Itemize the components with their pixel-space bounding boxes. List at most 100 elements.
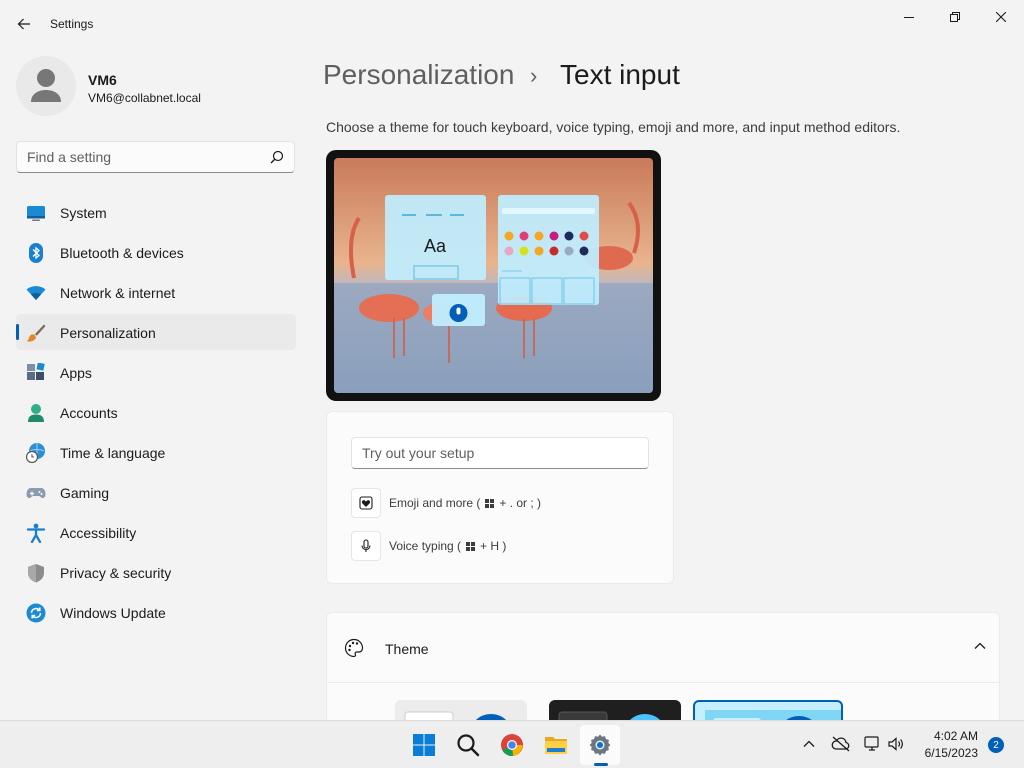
start-button[interactable]	[404, 725, 444, 765]
sidebar-item-label: System	[60, 205, 107, 221]
settings-taskbar-button[interactable]	[580, 725, 620, 765]
page-title: Text input	[560, 59, 680, 90]
windows-key-icon	[466, 541, 476, 551]
apps-icon	[26, 363, 46, 383]
sidebar-item-label: Gaming	[60, 485, 110, 501]
back-button[interactable]	[8, 8, 40, 40]
sidebar-item-bluetooth[interactable]: Bluetooth & devices	[16, 234, 296, 270]
chrome-button[interactable]	[492, 725, 532, 765]
voice-shortcut-suffix: + H )	[480, 539, 507, 553]
theme-header[interactable]: Theme	[327, 613, 999, 683]
emoji-shortcut-suffix: + . or ; )	[499, 496, 542, 510]
tryout-input[interactable]	[362, 445, 632, 461]
settings-icon	[589, 734, 611, 756]
search-input[interactable]	[27, 149, 257, 165]
arrow-left-icon	[17, 18, 30, 30]
sidebar-item-label: Windows Update	[60, 605, 166, 621]
bluetooth-icon	[26, 243, 46, 263]
avatar[interactable]	[16, 56, 76, 116]
emoji-heart-icon	[351, 488, 381, 518]
clock-time[interactable]: 4:02 AM	[926, 729, 978, 743]
wifi-icon	[26, 283, 46, 303]
tryout-field[interactable]	[351, 437, 649, 469]
accessibility-icon	[26, 523, 46, 543]
breadcrumb-parent[interactable]: Personalization	[323, 59, 514, 91]
sidebar-item-time-language[interactable]: Time & language	[16, 434, 296, 470]
theme-section: Theme	[326, 612, 1000, 732]
chevron-up-icon[interactable]	[973, 639, 987, 653]
clock-date[interactable]: 6/15/2023	[916, 746, 978, 760]
search-icon	[457, 734, 480, 757]
sidebar-item-label: Privacy & security	[60, 565, 172, 581]
sidebar-item-label: Accessibility	[60, 525, 137, 541]
chrome-icon	[501, 734, 523, 757]
update-icon	[26, 603, 46, 623]
user-name: VM6	[88, 72, 117, 88]
network-icon	[864, 736, 879, 751]
preview-image: Aa	[334, 158, 653, 393]
active-app-indicator	[594, 763, 608, 766]
preview-sample-text: Aa	[424, 236, 447, 256]
onedrive-tray-button[interactable]	[830, 733, 852, 755]
speaker-icon	[888, 737, 903, 751]
sidebar-item-gaming[interactable]: Gaming	[16, 474, 296, 510]
search-box[interactable]	[16, 141, 295, 173]
theme-preview: Aa	[326, 150, 661, 401]
flamingo-wallpaper-image: Aa	[334, 158, 653, 393]
theme-label: Theme	[385, 641, 429, 657]
taskbar-search-button[interactable]	[448, 725, 488, 765]
sidebar-item-label: Time & language	[60, 445, 166, 461]
sidebar-item-label: Accounts	[60, 405, 118, 421]
sidebar-item-label: Apps	[60, 365, 92, 381]
sidebar-item-apps[interactable]: Apps	[16, 354, 296, 390]
cloud-offline-icon	[831, 736, 850, 752]
windows-start-icon	[413, 734, 435, 756]
shield-icon	[26, 563, 46, 583]
chevron-up-icon	[803, 740, 815, 747]
user-email: VM6@collabnet.local	[88, 91, 201, 105]
brush-icon	[26, 323, 46, 343]
taskbar: 4:02 AM 6/15/2023 2	[0, 720, 1024, 768]
sidebar-nav: System Bluetooth & devices Network & int…	[16, 194, 296, 634]
gamepad-icon	[26, 483, 46, 503]
system-icon	[26, 203, 46, 223]
show-hidden-icons-button[interactable]	[798, 733, 820, 755]
minimize-icon	[904, 17, 914, 18]
file-explorer-button[interactable]	[536, 725, 576, 765]
voice-shortcut-label: Voice typing ( + H )	[389, 539, 506, 553]
file-explorer-icon	[545, 737, 567, 754]
sidebar-item-windows-update[interactable]: Windows Update	[16, 594, 296, 630]
globe-clock-icon	[26, 443, 46, 463]
microphone-icon	[351, 531, 381, 561]
sidebar-item-accessibility[interactable]: Accessibility	[16, 514, 296, 550]
sidebar-item-privacy[interactable]: Privacy & security	[16, 554, 296, 590]
volume-tray-button[interactable]	[885, 733, 907, 755]
search-icon[interactable]	[270, 150, 284, 164]
sidebar-item-personalization[interactable]: Personalization	[16, 314, 296, 350]
sidebar-item-label: Personalization	[60, 325, 156, 341]
voice-shortcut[interactable]: Voice typing ( + H )	[351, 530, 506, 562]
minimize-button[interactable]	[886, 0, 932, 34]
title-bar: Settings	[0, 0, 1024, 48]
sidebar-item-system[interactable]: System	[16, 194, 296, 230]
sidebar-item-network[interactable]: Network & internet	[16, 274, 296, 310]
emoji-shortcut[interactable]: Emoji and more ( + . or ; )	[351, 487, 541, 519]
maximize-button[interactable]	[932, 0, 978, 34]
windows-key-icon	[485, 498, 495, 508]
network-tray-button[interactable]	[861, 733, 883, 755]
sidebar-item-label: Network & internet	[60, 285, 176, 301]
voice-shortcut-prefix: Voice typing (	[389, 539, 462, 553]
emoji-shortcut-label: Emoji and more ( + . or ; )	[389, 496, 541, 510]
notification-badge[interactable]: 2	[988, 737, 1004, 753]
close-icon	[996, 12, 1006, 22]
person-icon	[26, 403, 46, 423]
sidebar-item-accounts[interactable]: Accounts	[16, 394, 296, 430]
breadcrumb-separator: ›	[530, 63, 538, 88]
close-button[interactable]	[978, 0, 1024, 34]
maximize-icon	[950, 12, 960, 22]
person-placeholder-icon	[31, 69, 61, 102]
emoji-shortcut-prefix: Emoji and more (	[389, 496, 481, 510]
page-description: Choose a theme for touch keyboard, voice…	[326, 119, 901, 135]
app-title: Settings	[50, 17, 94, 31]
tryout-card: Emoji and more ( + . or ; ) Voice typing…	[326, 411, 674, 584]
